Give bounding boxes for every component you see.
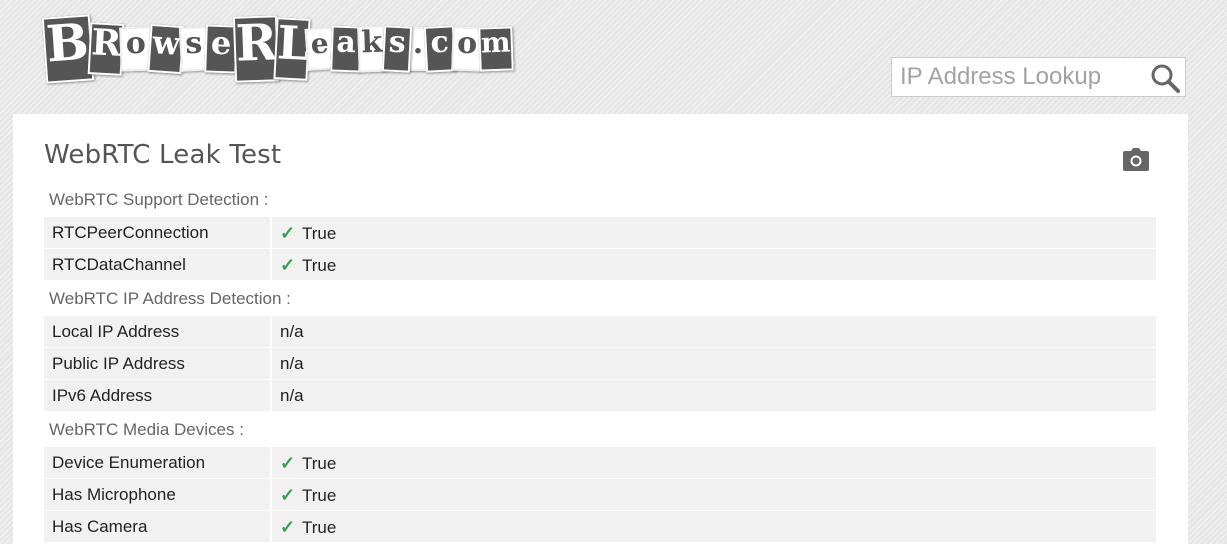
column-divider: [270, 479, 272, 510]
site-logo[interactable]: B R o w s e R L e a k s . c o m: [41, 8, 514, 90]
column-divider: [270, 380, 272, 411]
row-value: True: [302, 485, 337, 505]
row-value: n/a: [280, 386, 304, 405]
column-divider: [270, 316, 272, 347]
row-label: Has Camera: [52, 517, 148, 536]
table-row: Local IP Address n/a: [44, 316, 1156, 347]
column-divider: [270, 249, 272, 280]
column-divider: [270, 348, 272, 379]
row-value: True: [302, 517, 337, 537]
table-row: RTCDataChannel ✓ True: [44, 249, 1156, 280]
content-card: WebRTC Leak Test WebRTC Support Detectio…: [13, 114, 1188, 544]
table-row: IPv6 Address n/a: [44, 380, 1156, 411]
check-icon: ✓: [280, 517, 296, 537]
row-label: Local IP Address: [52, 322, 180, 341]
row-label: RTCPeerConnection: [52, 223, 209, 242]
section-heading-ip: WebRTC IP Address Detection :: [49, 289, 291, 308]
row-value: n/a: [280, 322, 304, 341]
row-value: True: [302, 223, 337, 243]
row-value: True: [302, 255, 337, 275]
row-value: True: [302, 453, 337, 473]
ip-lookup-search: [891, 57, 1186, 97]
check-icon: ✓: [280, 453, 296, 473]
page-title: WebRTC Leak Test: [44, 140, 282, 170]
camera-icon[interactable]: [1123, 148, 1149, 172]
ip-lookup-input[interactable]: [892, 58, 1142, 96]
row-label: RTCDataChannel: [52, 255, 186, 274]
search-icon[interactable]: [1149, 62, 1181, 94]
row-label: Has Microphone: [52, 485, 176, 504]
row-label: IPv6 Address: [52, 386, 153, 405]
check-icon: ✓: [280, 485, 296, 505]
row-value: n/a: [280, 354, 304, 373]
table-row: Has Camera ✓ True: [44, 511, 1156, 542]
row-label: Public IP Address: [52, 354, 185, 373]
table-row: RTCPeerConnection ✓ True: [44, 217, 1156, 248]
table-row: Public IP Address n/a: [44, 348, 1156, 379]
section-heading-media: WebRTC Media Devices :: [49, 420, 244, 439]
column-divider: [270, 217, 272, 248]
table-row: Device Enumeration ✓ True: [44, 447, 1156, 478]
section-heading-support: WebRTC Support Detection :: [49, 190, 269, 209]
table-row: Has Microphone ✓ True: [44, 479, 1156, 510]
check-icon: ✓: [280, 223, 296, 243]
row-label: Device Enumeration: [52, 453, 206, 472]
check-icon: ✓: [280, 255, 296, 275]
column-divider: [270, 447, 272, 478]
column-divider: [270, 511, 272, 542]
